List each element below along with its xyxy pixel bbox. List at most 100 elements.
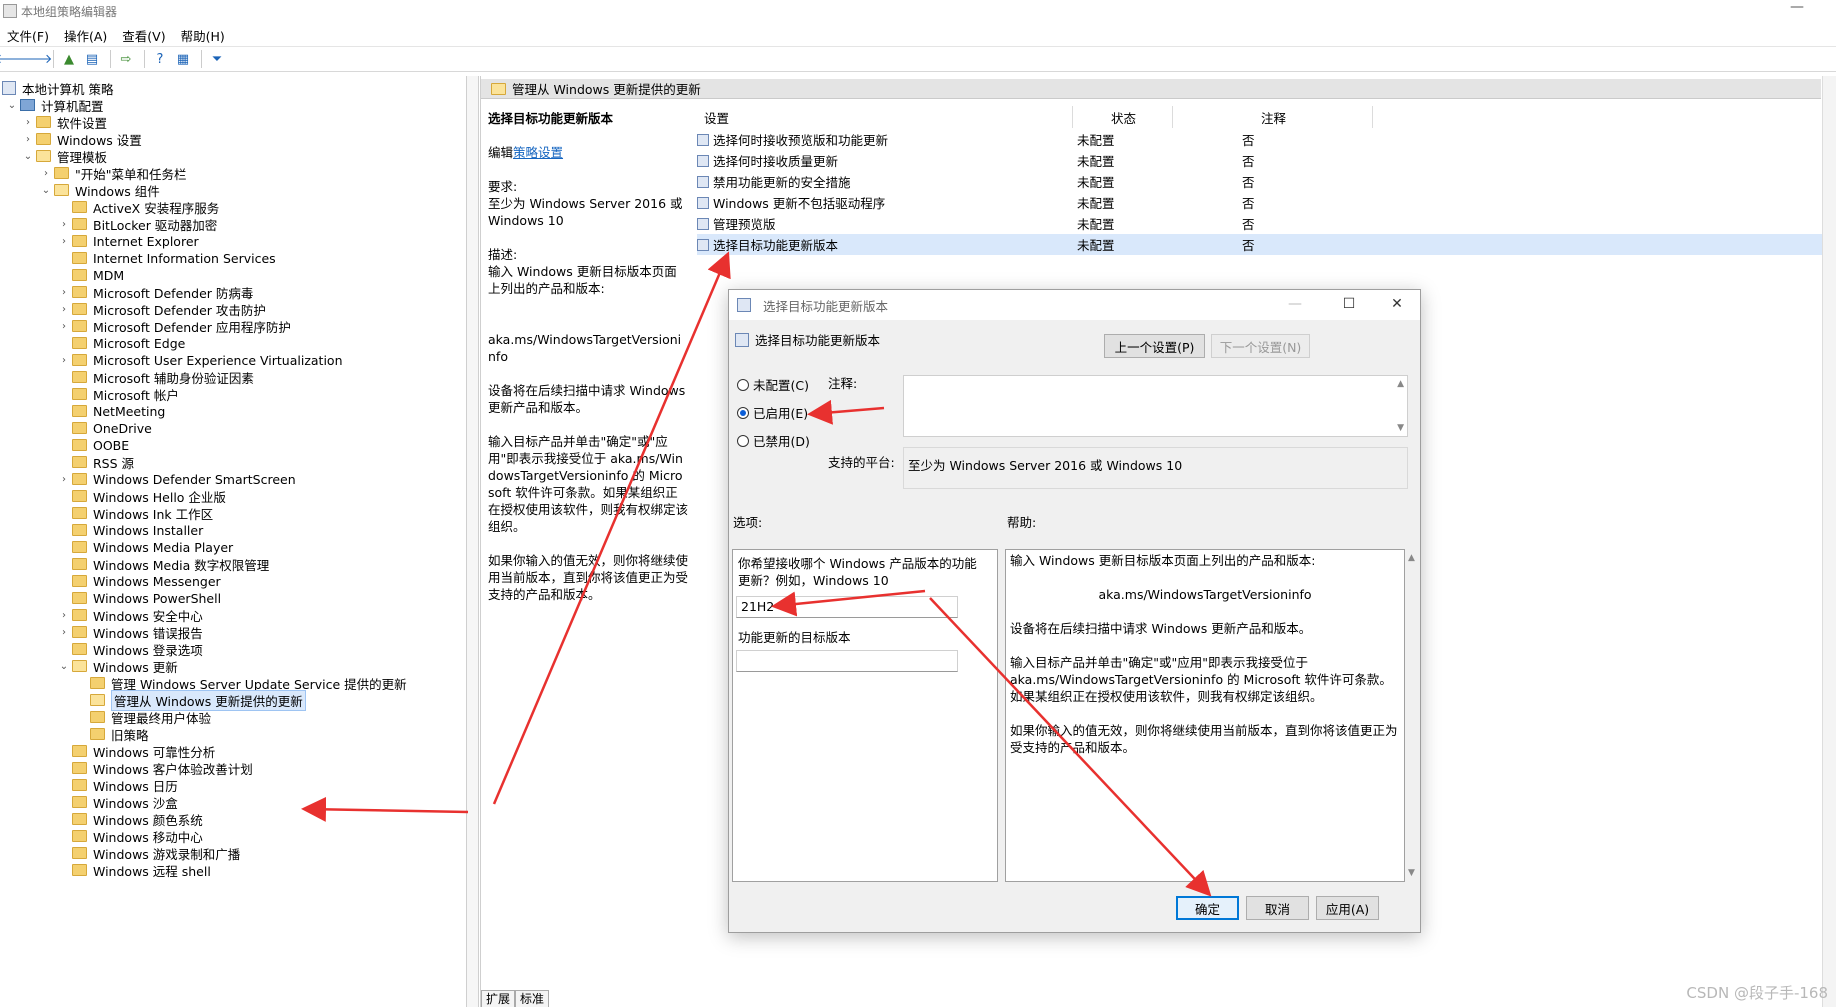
- folder-icon: [72, 320, 87, 332]
- chevron-down-icon[interactable]: ⌄: [20, 151, 36, 162]
- chevron-down-icon[interactable]: ⌄: [56, 661, 72, 672]
- menu-view[interactable]: 查看(V): [115, 26, 173, 45]
- tree-node-label: Windows Defender SmartScreen: [93, 471, 296, 487]
- folder-icon: [72, 439, 87, 451]
- policy-name: Windows 更新不包括驱动程序: [713, 196, 886, 211]
- tree-scrollbar[interactable]: [467, 76, 479, 1007]
- tree-node-component[interactable]: Windows 远程 shell: [56, 860, 211, 880]
- radio-enabled[interactable]: 已启用(E): [737, 403, 808, 422]
- comment-textarea[interactable]: ▲ ▼: [903, 375, 1408, 437]
- description-title: 选择目标功能更新版本: [488, 111, 614, 126]
- chevron-right-icon[interactable]: ›: [56, 321, 72, 332]
- forward-arrow-icon[interactable]: 🡒: [18, 50, 53, 68]
- chevron-right-icon[interactable]: ›: [56, 610, 72, 621]
- supported-platform-label: 支持的平台:: [828, 455, 895, 470]
- radio-not-configured[interactable]: 未配置(C): [737, 375, 809, 394]
- tree-node-label: Internet Information Services: [93, 250, 276, 266]
- help-scrollbar[interactable]: ▲ ▼: [1405, 549, 1420, 882]
- edit-policy-link[interactable]: 策略设置: [513, 145, 563, 160]
- menu-action[interactable]: 操作(A): [57, 26, 115, 45]
- folder-icon: [72, 779, 87, 791]
- column-header-comment[interactable]: 注释: [1173, 106, 1373, 128]
- details-scrollbar[interactable]: [1822, 76, 1836, 1007]
- chevron-right-icon[interactable]: ›: [20, 134, 36, 145]
- scroll-down-icon[interactable]: ▼: [1397, 423, 1404, 433]
- dialog-maximize-button[interactable]: ☐: [1334, 296, 1364, 312]
- app-icon: [3, 4, 17, 18]
- policy-setting-icon: [697, 217, 709, 230]
- policy-name-cell: 选择何时接收质量更新: [697, 151, 1077, 170]
- apply-button[interactable]: 应用(A): [1316, 896, 1379, 920]
- policy-name-cell: 禁用功能更新的安全措施: [697, 172, 1077, 191]
- policy-row[interactable]: 管理预览版 未配置 否: [697, 213, 1827, 234]
- policy-row[interactable]: 选择何时接收预览版和功能更新 未配置 否: [697, 129, 1827, 150]
- help-p2: 输入目标产品并单击"确定"或"应用"即表示我接受位于 aka.ms/Window…: [1010, 655, 1392, 704]
- folder-open-icon: [72, 660, 87, 672]
- policy-name: 选择何时接收质量更新: [713, 154, 839, 169]
- export-list-icon[interactable]: ⇨: [116, 50, 136, 68]
- chevron-right-icon[interactable]: ›: [56, 287, 72, 298]
- tab-standard[interactable]: 标准: [515, 990, 550, 1007]
- folder-icon: [72, 745, 87, 757]
- folder-icon: [36, 116, 51, 128]
- help-icon[interactable]: ?: [150, 50, 170, 68]
- column-header-state[interactable]: 状态: [1073, 106, 1173, 128]
- folder-icon: [90, 677, 105, 689]
- previous-setting-button[interactable]: 上一个设置(P): [1104, 334, 1205, 358]
- scroll-up-icon[interactable]: ▲: [1397, 379, 1404, 389]
- menu-help[interactable]: 帮助(H): [174, 26, 233, 45]
- column-header-setting[interactable]: 设置: [697, 106, 1073, 128]
- folder-icon: [72, 269, 87, 281]
- filter-icon[interactable]: ⏷: [207, 50, 227, 68]
- folder-open-icon: [36, 150, 51, 162]
- minimize-button[interactable]: —: [1782, 0, 1812, 20]
- up-folder-icon[interactable]: ▲: [59, 50, 79, 68]
- chevron-right-icon[interactable]: ›: [56, 236, 72, 247]
- radio-disabled[interactable]: 已禁用(D): [737, 431, 810, 450]
- ok-button[interactable]: 确定: [1176, 896, 1239, 920]
- tree-node-label: NetMeeting: [93, 403, 166, 419]
- folder-icon: [72, 201, 87, 213]
- title-bar: 本地组策略编辑器 —: [0, 0, 1836, 22]
- policy-comment: 否: [1242, 217, 1255, 232]
- dialog-close-button[interactable]: ✕: [1382, 296, 1412, 312]
- chevron-down-icon[interactable]: ⌄: [4, 100, 20, 111]
- scroll-up-icon[interactable]: ▲: [1408, 553, 1415, 563]
- radio-label: 未配置(C): [753, 378, 809, 393]
- policy-row[interactable]: 禁用功能更新的安全措施 未配置 否: [697, 171, 1827, 192]
- radio-button[interactable]: [737, 378, 749, 391]
- chevron-right-icon[interactable]: ›: [20, 117, 36, 128]
- chevron-right-icon[interactable]: ›: [56, 219, 72, 230]
- menu-file[interactable]: 文件(F): [0, 26, 57, 45]
- radio-button[interactable]: [737, 434, 749, 447]
- chevron-right-icon[interactable]: ›: [38, 168, 54, 179]
- policy-name: 禁用功能更新的安全措施: [713, 175, 851, 190]
- target-version-input[interactable]: [736, 650, 958, 672]
- help-p1: 设备将在后续扫描中请求 Windows 更新产品和版本。: [1010, 621, 1312, 636]
- policy-name-cell: 选择目标功能更新版本: [697, 235, 1077, 254]
- tree-node-label: Windows Media Player: [93, 539, 234, 555]
- description-p1: 设备将在后续扫描中请求 Windows 更新产品和版本。: [488, 383, 686, 415]
- policy-setting-icon: [697, 154, 709, 167]
- policy-row[interactable]: 选择目标功能更新版本 未配置 否: [697, 234, 1827, 255]
- policy-state: 未配置: [1077, 217, 1115, 232]
- properties-icon[interactable]: ▦: [173, 50, 193, 68]
- radio-button-selected[interactable]: [737, 406, 749, 419]
- policy-name: 管理预览版: [713, 217, 776, 232]
- details-header: 管理从 Windows 更新提供的更新: [481, 79, 1821, 99]
- policy-row[interactable]: 选择何时接收质量更新 未配置 否: [697, 150, 1827, 171]
- cancel-button[interactable]: 取消: [1246, 896, 1309, 920]
- chevron-right-icon[interactable]: ›: [56, 304, 72, 315]
- policy-row[interactable]: Windows 更新不包括驱动程序 未配置 否: [697, 192, 1827, 213]
- show-tree-icon[interactable]: ▤: [82, 50, 102, 68]
- next-setting-button[interactable]: 下一个设置(N): [1211, 334, 1310, 358]
- folder-icon: [72, 218, 87, 230]
- chevron-right-icon[interactable]: ›: [56, 355, 72, 366]
- scroll-down-icon[interactable]: ▼: [1408, 868, 1415, 878]
- chevron-right-icon[interactable]: ›: [56, 627, 72, 638]
- policy-name: 选择目标功能更新版本: [713, 238, 839, 253]
- chevron-down-icon[interactable]: ⌄: [38, 185, 54, 196]
- tab-extended[interactable]: 扩展: [481, 990, 516, 1007]
- product-version-input[interactable]: 21H2: [736, 596, 958, 618]
- chevron-right-icon[interactable]: ›: [56, 474, 72, 485]
